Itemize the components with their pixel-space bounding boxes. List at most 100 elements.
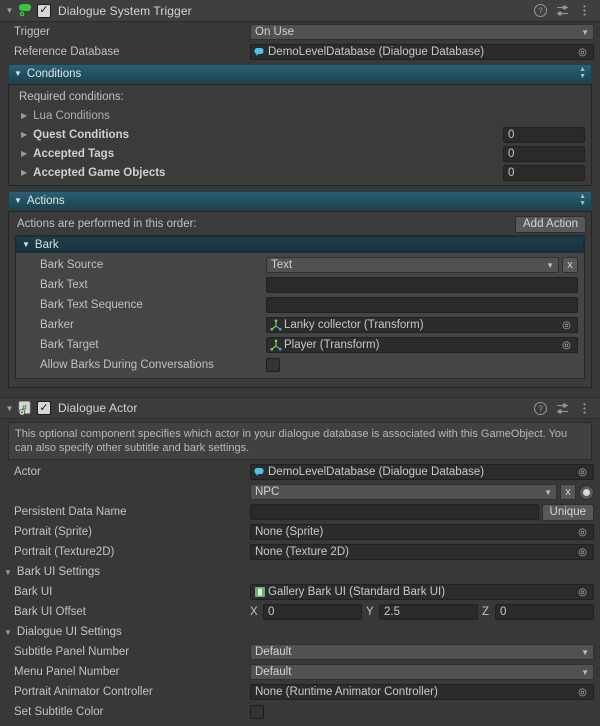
preset-icon[interactable] — [556, 4, 569, 17]
accepted-tags-count[interactable]: 0 — [503, 145, 585, 162]
object-picker-icon[interactable]: ◎ — [576, 687, 589, 698]
bark-text-sequence-input[interactable] — [266, 297, 578, 313]
object-picker-icon[interactable]: ◎ — [576, 47, 589, 58]
row-bark-ui: Bark UI Gallery Bark UI (Standard Bark U… — [0, 582, 600, 602]
bark-text-input[interactable] — [266, 277, 578, 293]
component-enabled-checkbox[interactable]: ✓ — [37, 3, 51, 18]
foldout-triangle-icon[interactable]: ▼ — [3, 0, 16, 22]
foldout-dialogue-ui-settings[interactable]: ▼ Dialogue UI Settings — [0, 622, 600, 642]
object-picker-icon[interactable]: ◎ — [576, 587, 589, 598]
component-enabled-checkbox[interactable]: ✓ — [37, 401, 51, 415]
chevron-down-icon: ▼ — [544, 487, 552, 497]
actor-database-value: DemoLevelDatabase (Dialogue Database) — [268, 466, 485, 478]
component-header-dialogue-system-trigger[interactable]: ▼ ✓ Dialogue System Trigger ? — [0, 0, 600, 22]
allow-barks-during-conversations-checkbox[interactable] — [266, 358, 280, 372]
row-bark-text-sequence: Bark Text Sequence — [16, 295, 584, 315]
foldout-triangle-icon[interactable]: ▼ — [3, 397, 16, 419]
reorder-handle-icon[interactable]: ▲ ▼ — [579, 66, 586, 80]
component-title: Dialogue System Trigger — [58, 3, 192, 18]
trigger-dropdown-value: On Use — [255, 26, 294, 38]
chevron-down-icon: ▼ — [581, 27, 589, 37]
actor-clear-button[interactable]: x — [560, 484, 576, 500]
bark-ui-offset-x-input[interactable]: 0 — [263, 604, 362, 620]
foldout-triangle-icon[interactable]: ▼ — [14, 196, 22, 205]
actor-dropdown[interactable]: NPC ▼ — [250, 484, 557, 500]
foldout-triangle-icon[interactable]: ▼ — [4, 628, 12, 637]
chevron-down-icon: ▼ — [581, 647, 589, 657]
row-actor-selector: NPC ▼ x — [0, 482, 600, 502]
preset-icon[interactable] — [556, 402, 569, 415]
object-picker-icon[interactable]: ◎ — [560, 320, 573, 331]
object-picker-icon[interactable]: ◎ — [576, 467, 589, 478]
portrait-animator-controller-value: None (Runtime Animator Controller) — [255, 686, 438, 698]
bark-ui-object-field[interactable]: Gallery Bark UI (Standard Bark UI) ◎ — [250, 584, 594, 600]
quest-conditions-count[interactable]: 0 — [503, 126, 585, 143]
unique-button[interactable]: Unique — [541, 503, 594, 521]
bark-ui-offset-y-input[interactable]: 2.5 — [379, 604, 478, 620]
help-icon[interactable]: ? — [533, 401, 548, 415]
foldout-right-icon[interactable]: ▶ — [21, 149, 27, 158]
foldout-lua-conditions[interactable]: ▶ Lua Conditions — [9, 106, 591, 125]
portrait-texture2d-object-field[interactable]: None (Texture 2D) ◎ — [250, 544, 594, 560]
bark-action-header[interactable]: ▼ Bark — [16, 236, 584, 253]
row-portrait-sprite: Portrait (Sprite) None (Sprite) ◎ — [0, 522, 600, 542]
subtitle-panel-number-dropdown[interactable]: Default ▼ — [250, 644, 594, 660]
foldout-right-icon[interactable]: ▶ — [21, 130, 27, 139]
transform-icon — [270, 339, 282, 351]
menu-panel-number-dropdown[interactable]: Default ▼ — [250, 664, 594, 680]
label-reference-database: Reference Database — [14, 46, 120, 58]
foldout-bark-ui-settings[interactable]: ▼ Bark UI Settings — [0, 562, 600, 582]
foldout-accepted-tags[interactable]: ▶ Accepted Tags 0 — [9, 144, 591, 163]
object-picker-icon[interactable]: ◎ — [560, 340, 573, 351]
portrait-texture2d-value: None (Texture 2D) — [255, 546, 349, 558]
portrait-sprite-object-field[interactable]: None (Sprite) ◎ — [250, 524, 594, 540]
label-persistent-data-name: Persistent Data Name — [14, 506, 127, 518]
bark-source-clear-button[interactable]: x — [562, 257, 578, 273]
trigger-dropdown[interactable]: On Use ▼ — [250, 24, 594, 40]
accepted-game-objects-count[interactable]: 0 — [503, 164, 585, 181]
bark-target-object-field[interactable]: Player (Transform) ◎ — [266, 337, 578, 353]
foldout-right-icon[interactable]: ▶ — [21, 168, 27, 177]
foldout-right-icon[interactable]: ▶ — [21, 111, 27, 120]
set-subtitle-color-checkbox[interactable] — [250, 705, 264, 719]
barker-object-field[interactable]: Lanky collector (Transform) ◎ — [266, 317, 578, 333]
add-action-button[interactable]: Add Action — [515, 215, 586, 233]
help-icon[interactable]: ? — [533, 3, 548, 18]
foldout-triangle-icon[interactable]: ▼ — [4, 568, 12, 577]
portrait-animator-controller-object-field[interactable]: None (Runtime Animator Controller) ◎ — [250, 684, 594, 700]
more-menu-icon[interactable] — [578, 4, 591, 17]
actor-database-object-field[interactable]: DemoLevelDatabase (Dialogue Database) ◎ — [250, 464, 594, 480]
bark-target-value: Player (Transform) — [284, 339, 380, 351]
quest-conditions-label: Quest Conditions — [33, 128, 129, 141]
label-bark-source: Bark Source — [40, 259, 104, 271]
label-portrait-texture2d: Portrait (Texture2D) — [14, 546, 115, 558]
accepted-game-objects-label: Accepted Game Objects — [33, 166, 166, 179]
foldout-triangle-icon[interactable]: ▼ — [22, 240, 30, 249]
row-portrait-texture2d: Portrait (Texture2D) None (Texture 2D) ◎ — [0, 542, 600, 562]
foldout-accepted-game-objects[interactable]: ▶ Accepted Game Objects 0 — [9, 163, 591, 182]
component-header-dialogue-actor[interactable]: ▼ # ✓ Dialogue Actor ? — [0, 397, 600, 419]
section-actions-label: Actions — [26, 194, 65, 207]
more-menu-icon[interactable] — [578, 402, 591, 415]
portrait-sprite-value: None (Sprite) — [255, 526, 324, 538]
prefab-icon — [254, 586, 266, 598]
axis-label-y: Y — [366, 606, 374, 618]
label-bark-ui-offset: Bark UI Offset — [14, 606, 87, 618]
row-menu-panel-number: Menu Panel Number Default ▼ — [0, 662, 600, 682]
label-bark-text-sequence: Bark Text Sequence — [40, 299, 143, 311]
bark-ui-offset-z-input[interactable]: 0 — [495, 604, 594, 620]
foldout-quest-conditions[interactable]: ▶ Quest Conditions 0 — [9, 125, 591, 144]
section-conditions[interactable]: ▼ Conditions ▲ ▼ — [8, 64, 592, 83]
persistent-data-name-input[interactable] — [250, 504, 539, 520]
foldout-triangle-icon[interactable]: ▼ — [14, 69, 22, 78]
section-actions[interactable]: ▼ Actions ▲ ▼ — [8, 191, 592, 210]
row-trigger: Trigger On Use ▼ — [0, 22, 600, 42]
reorder-handle-icon[interactable]: ▲ ▼ — [579, 193, 586, 207]
bark-source-dropdown[interactable]: Text ▼ — [266, 257, 559, 273]
bark-ui-settings-label: Bark UI Settings — [16, 566, 101, 578]
reference-database-object-field[interactable]: DemoLevelDatabase (Dialogue Database) ◎ — [250, 44, 594, 60]
label-actor: Actor — [14, 466, 41, 478]
actor-pick-button[interactable] — [579, 484, 594, 500]
object-picker-icon[interactable]: ◎ — [576, 527, 589, 538]
object-picker-icon[interactable]: ◎ — [576, 547, 589, 558]
